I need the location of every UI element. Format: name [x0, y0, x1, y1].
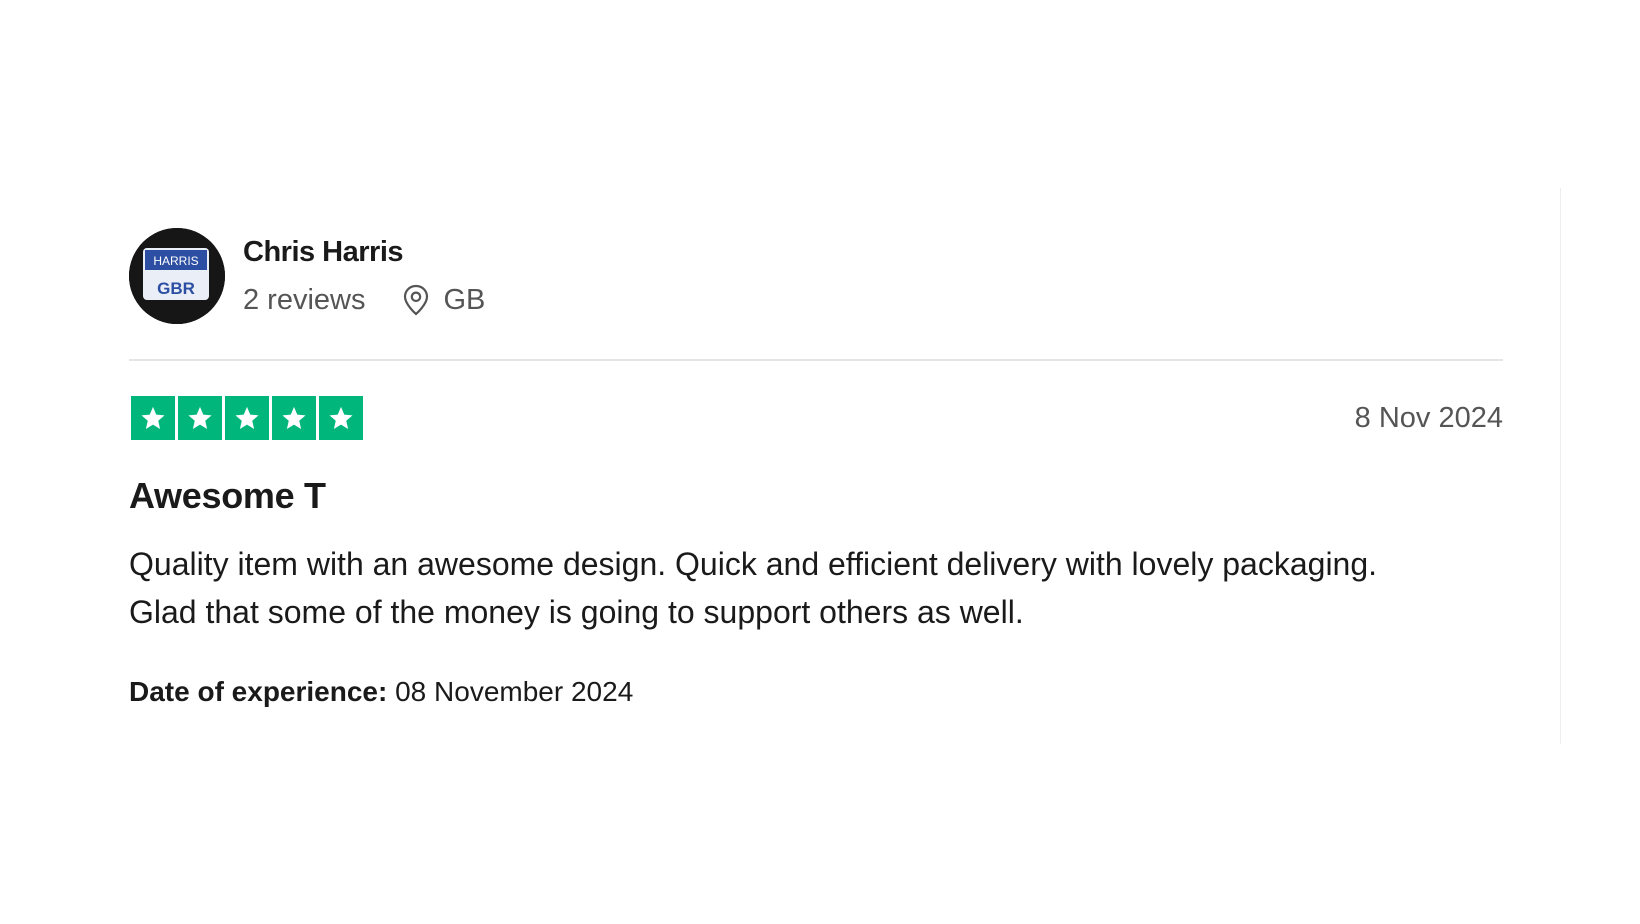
star-2 [178, 396, 222, 440]
avatar-text-bottom: GBR [157, 279, 195, 298]
star-rating [131, 396, 1503, 440]
review-title[interactable]: Awesome T [129, 474, 326, 518]
review-page: HARRIS GBR Chris Harris 2 reviews GB 8 N… [0, 0, 1640, 924]
star-icon [282, 406, 306, 429]
location-pin-icon [402, 284, 430, 316]
reviewer-name[interactable]: Chris Harris [243, 234, 485, 270]
reviewer-location: GB [402, 282, 486, 318]
country-code: GB [443, 284, 486, 316]
star-4 [272, 396, 316, 440]
review-card: HARRIS GBR Chris Harris 2 reviews GB 8 N… [0, 188, 1561, 744]
rating-row: 8 Nov 2024 [131, 396, 1503, 440]
star-icon [235, 406, 259, 429]
star-icon [329, 406, 353, 429]
review-body: Quality item with an awesome design. Qui… [129, 546, 1378, 630]
experience-date: 08 November 2024 [395, 676, 634, 707]
avatar-text-top: HARRIS [153, 254, 198, 268]
reviewer-info: Chris Harris 2 reviews GB [243, 228, 485, 318]
divider [129, 359, 1503, 361]
star-icon [188, 406, 212, 429]
star-1 [131, 396, 175, 440]
experience-label: Date of experience: [129, 676, 388, 707]
avatar[interactable]: HARRIS GBR [129, 228, 225, 324]
star-icon [141, 406, 165, 429]
date-of-experience: Date of experience: 08 November 2024 [129, 674, 633, 710]
review-date: 8 Nov 2024 [1354, 402, 1503, 434]
reviewer-meta: 2 reviews GB [243, 282, 485, 318]
review-count: 2 reviews [243, 284, 366, 316]
avatar-image: HARRIS GBR [129, 228, 225, 324]
reviewer-header[interactable]: HARRIS GBR Chris Harris 2 reviews GB [129, 228, 485, 324]
star-3 [225, 396, 269, 440]
star-5 [319, 396, 363, 440]
